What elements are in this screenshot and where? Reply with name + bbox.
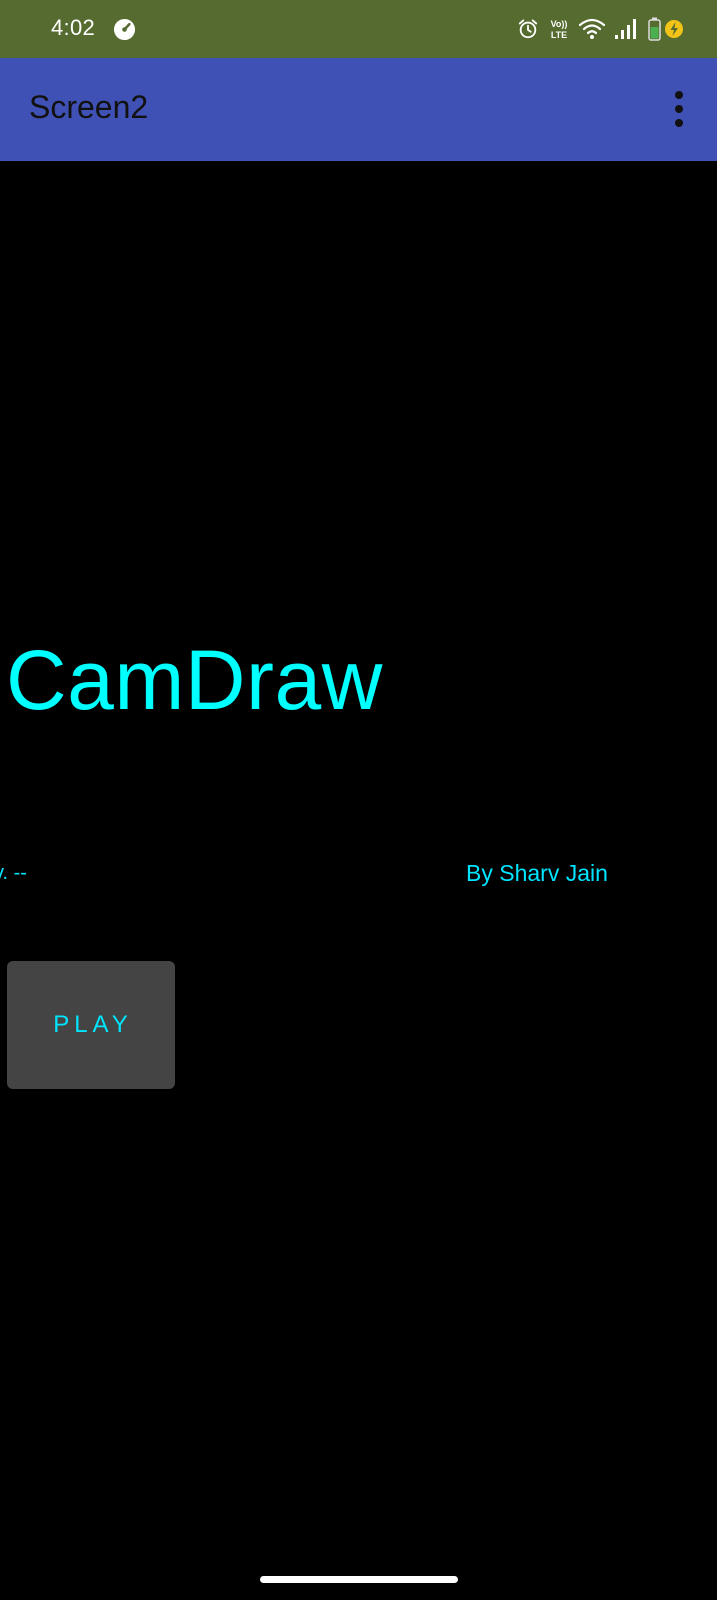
gauge-icon	[113, 18, 136, 41]
svg-text:Vo)): Vo))	[551, 19, 568, 29]
signal-icon	[615, 19, 636, 39]
gesture-nav-handle[interactable]	[260, 1576, 458, 1583]
app-title: Screen2	[29, 89, 149, 125]
volte-icon: Vo)) LTE	[551, 19, 568, 40]
more-vert-icon[interactable]	[671, 91, 687, 127]
status-time: 4:02	[51, 15, 96, 40]
menu-dot	[675, 91, 683, 99]
status-bar: 4:02 Vo)) LTE	[0, 0, 717, 58]
app-name-title: CamDraw	[6, 633, 383, 727]
app-bar: Screen2	[0, 58, 717, 161]
status-icons: Vo)) LTE	[517, 16, 685, 42]
version-label: v. --	[0, 862, 27, 884]
menu-dot	[675, 119, 683, 127]
svg-text:LTE: LTE	[551, 30, 567, 40]
alarm-icon	[518, 19, 538, 39]
play-button[interactable]: PLAY	[7, 961, 175, 1089]
menu-dot	[675, 105, 683, 113]
battery-charging-icon	[648, 17, 683, 41]
wifi-icon	[579, 18, 605, 39]
author-label: By Sharv Jain	[466, 860, 608, 886]
